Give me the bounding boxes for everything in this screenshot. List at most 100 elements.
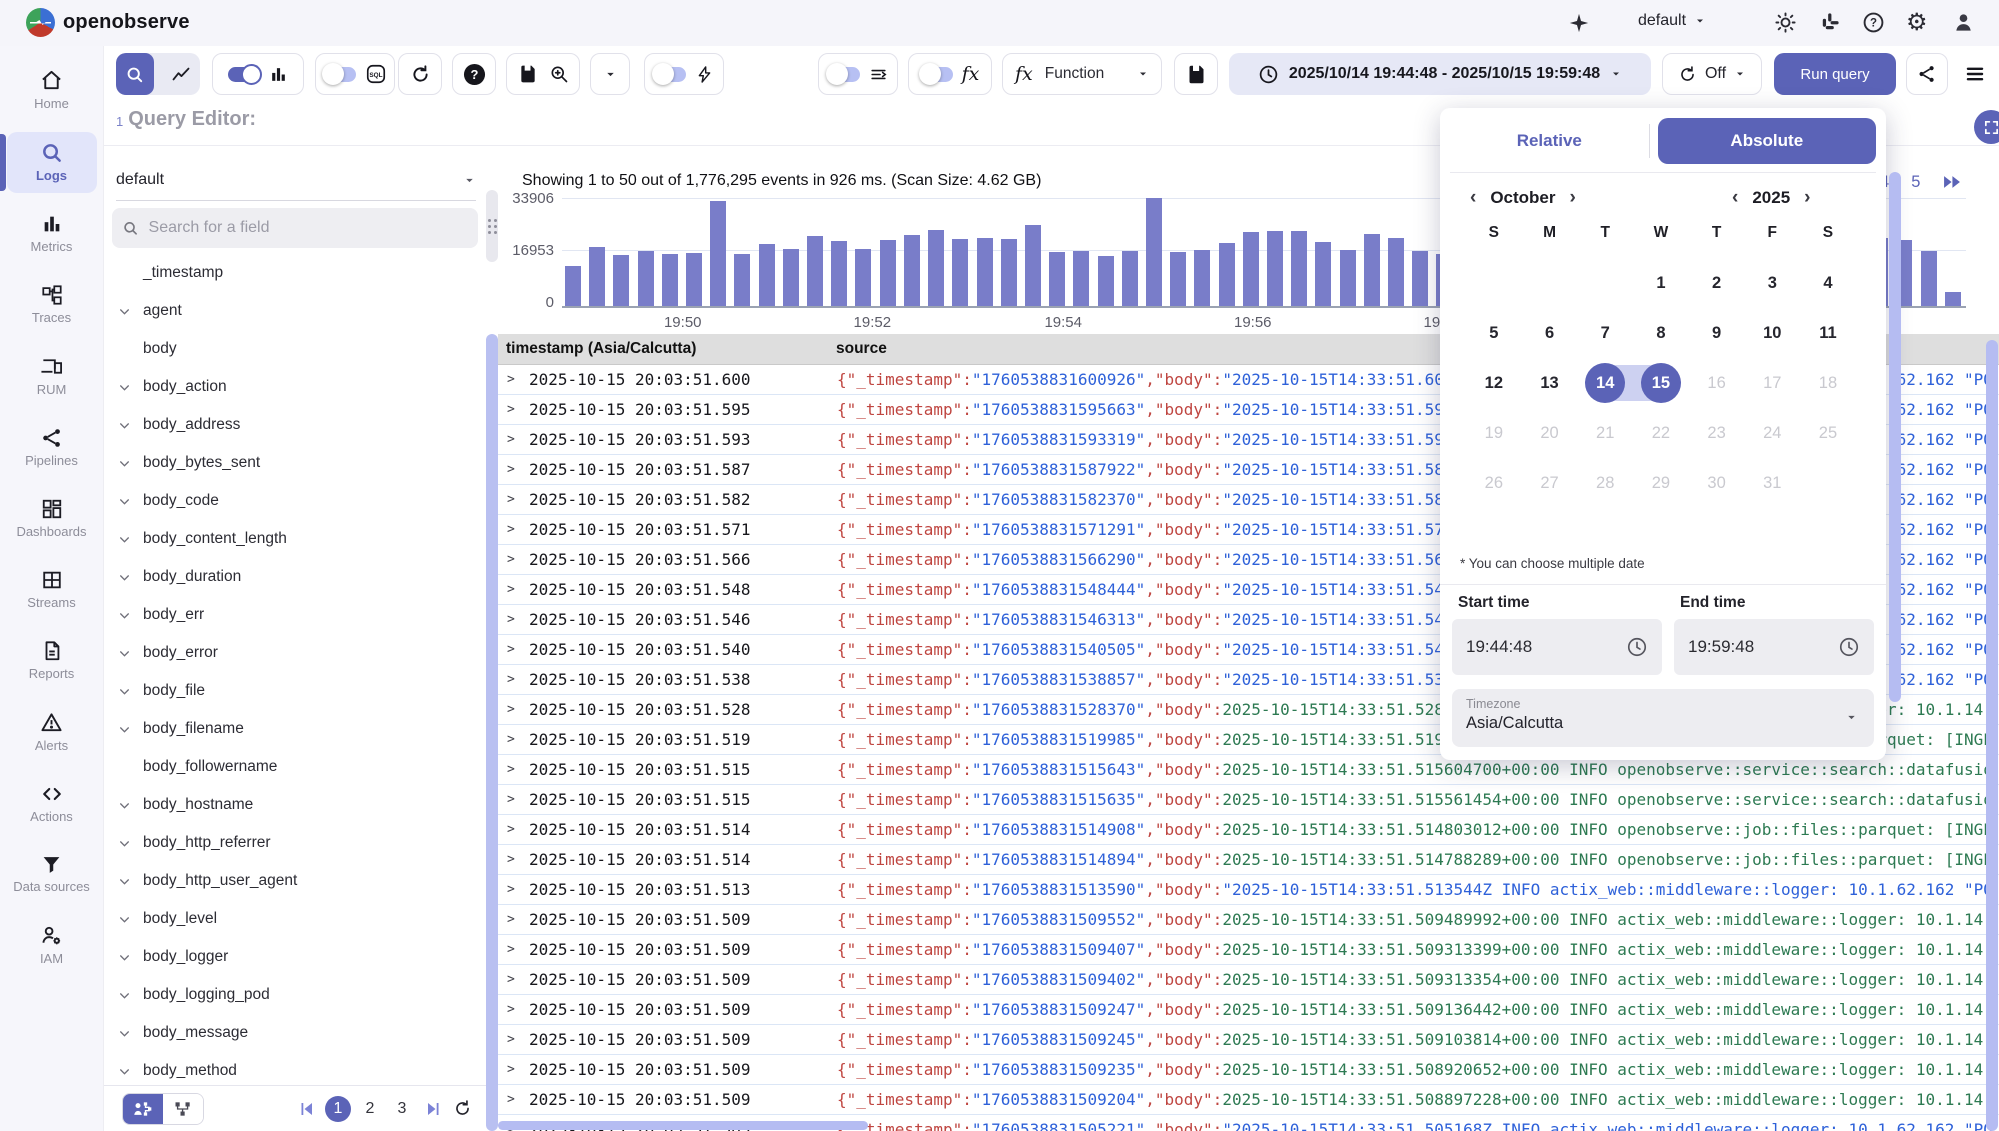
chevron-down-icon[interactable] <box>118 837 136 850</box>
prev-month-icon[interactable]: ‹ <box>1470 190 1476 206</box>
calendar-day-8[interactable]: 8 <box>1633 308 1689 358</box>
chevron-down-icon[interactable] <box>118 457 136 470</box>
row-expand-icon[interactable]: > <box>498 1032 529 1047</box>
tab-relative[interactable]: Relative <box>1450 131 1649 151</box>
table-row[interactable]: >2025-10-15 20:03:51.515{"_timestamp":"1… <box>498 785 1999 815</box>
histogram-bar[interactable] <box>1098 256 1114 306</box>
field-item-body_logging_pod[interactable]: body_logging_pod <box>104 976 476 1014</box>
sidebar-item-rum[interactable]: RUM <box>7 346 97 407</box>
histogram-bar[interactable] <box>807 236 823 306</box>
histogram-bar[interactable] <box>831 241 847 306</box>
column-source[interactable]: source <box>828 340 887 358</box>
refresh-interval-select[interactable]: Off <box>1662 53 1762 95</box>
row-expand-icon[interactable]: > <box>498 1002 529 1017</box>
table-row[interactable]: >2025-10-15 20:03:51.509{"_timestamp":"1… <box>498 905 1999 935</box>
schema-only-button[interactable] <box>163 1094 203 1124</box>
function-select[interactable]: fx Function <box>1002 53 1162 95</box>
histogram-bar[interactable] <box>589 247 605 306</box>
query-help-button[interactable]: ? <box>452 53 496 95</box>
histogram-bar[interactable] <box>1945 292 1961 306</box>
histogram-bar[interactable] <box>759 244 775 306</box>
panel-splitter-handle[interactable] <box>486 190 498 262</box>
histogram-bar[interactable] <box>1194 250 1210 306</box>
chevron-down-icon[interactable] <box>118 609 136 622</box>
row-expand-icon[interactable]: > <box>498 822 529 837</box>
timezone-select[interactable]: Timezone Asia/Calcutta <box>1452 689 1874 747</box>
org-select[interactable]: default <box>1638 12 1706 30</box>
quick-mode-toggle[interactable] <box>654 67 686 82</box>
table-row[interactable]: >2025-10-15 20:03:51.509{"_timestamp":"1… <box>498 1055 1999 1085</box>
calendar-day-7[interactable]: 7 <box>1577 308 1633 358</box>
calendar-day-12[interactable]: 12 <box>1466 358 1522 408</box>
last-page-icon[interactable] <box>425 1100 443 1118</box>
page-2[interactable]: 2 <box>357 1096 383 1122</box>
sql-mode-toggle[interactable] <box>324 67 356 82</box>
prev-year-icon[interactable]: ‹ <box>1732 190 1738 206</box>
table-row[interactable]: >2025-10-15 20:03:51.509{"_timestamp":"1… <box>498 995 1999 1025</box>
histogram-bar[interactable] <box>977 238 993 306</box>
row-expand-icon[interactable]: > <box>498 372 529 387</box>
calendar-day-10[interactable]: 10 <box>1744 308 1800 358</box>
next-month-icon[interactable]: › <box>1570 190 1576 206</box>
histogram-toggle[interactable] <box>228 67 260 82</box>
calendar-day-2[interactable]: 2 <box>1689 258 1745 308</box>
row-expand-icon[interactable]: > <box>498 432 529 447</box>
histogram-bar[interactable] <box>1049 252 1065 306</box>
reload-fields-icon[interactable] <box>453 1099 472 1118</box>
chevron-down-icon[interactable] <box>118 799 136 812</box>
search-saved-icon[interactable] <box>549 64 569 84</box>
field-item-body_method[interactable]: body_method <box>104 1052 476 1084</box>
vertical-scrollbar[interactable] <box>1986 340 1998 1131</box>
histogram-bar[interactable] <box>783 249 799 306</box>
histogram-bar[interactable] <box>1146 198 1162 306</box>
histogram-bar[interactable] <box>952 239 968 306</box>
fields-with-values-button[interactable] <box>123 1094 163 1124</box>
transform-toggle[interactable] <box>921 67 953 82</box>
calendar-day-4[interactable]: 4 <box>1800 258 1856 308</box>
calendar-day-1[interactable]: 1 <box>1633 258 1689 308</box>
field-item-agent[interactable]: agent <box>104 292 476 330</box>
histogram-bar[interactable] <box>638 251 654 306</box>
chevron-down-icon[interactable] <box>118 647 136 660</box>
histogram-bar[interactable] <box>1364 234 1380 306</box>
row-expand-icon[interactable]: > <box>498 852 529 867</box>
row-expand-icon[interactable]: > <box>498 972 529 987</box>
field-item-body_level[interactable]: body_level <box>104 900 476 938</box>
histogram-bar[interactable] <box>855 249 871 306</box>
sidebar-item-reports[interactable]: Reports <box>7 631 97 691</box>
tab-absolute[interactable]: Absolute <box>1658 118 1876 164</box>
panel-splitter-bar[interactable] <box>486 334 498 1131</box>
search-mode-button[interactable] <box>116 53 154 95</box>
table-row[interactable]: >2025-10-15 20:03:51.509{"_timestamp":"1… <box>498 965 1999 995</box>
next-year-icon[interactable]: › <box>1804 190 1810 206</box>
histogram-bar[interactable] <box>1412 251 1428 306</box>
run-query-button[interactable]: Run query <box>1774 53 1896 95</box>
calendar-day-15[interactable]: 15 <box>1633 358 1689 408</box>
sidebar-item-traces[interactable]: Traces <box>7 275 97 335</box>
page-5[interactable]: 5 <box>1911 173 1920 192</box>
histogram-bar[interactable] <box>1122 251 1138 306</box>
ai-sparkle-icon[interactable] <box>1568 12 1590 34</box>
histogram-bar[interactable] <box>928 230 944 306</box>
histogram-bar[interactable] <box>1170 252 1186 306</box>
histogram-bar[interactable] <box>710 201 726 306</box>
table-row[interactable]: >2025-10-15 20:03:51.509{"_timestamp":"1… <box>498 935 1999 965</box>
sidebar-item-data-sources[interactable]: Data sources <box>7 845 97 904</box>
histogram-bar[interactable] <box>880 240 896 306</box>
histogram-bar[interactable] <box>1267 231 1283 306</box>
menu-button[interactable] <box>1956 53 1994 95</box>
sidebar-item-pipelines[interactable]: Pipelines <box>7 418 97 478</box>
field-item-body_logger[interactable]: body_logger <box>104 938 476 976</box>
histogram-bar[interactable] <box>686 253 702 306</box>
row-expand-icon[interactable]: > <box>498 942 529 957</box>
histogram-bar[interactable] <box>1340 250 1356 306</box>
table-row[interactable]: >2025-10-15 20:03:51.509{"_timestamp":"1… <box>498 1085 1999 1115</box>
row-expand-icon[interactable]: > <box>498 1062 529 1077</box>
histogram-bar[interactable] <box>1025 225 1041 306</box>
row-expand-icon[interactable]: > <box>498 492 529 507</box>
sidebar-item-dashboards[interactable]: Dashboards <box>7 489 97 549</box>
horizontal-scrollbar[interactable] <box>498 1121 868 1130</box>
histogram-bar[interactable] <box>1388 238 1404 306</box>
chevron-down-icon[interactable] <box>118 381 136 394</box>
chevron-down-icon[interactable] <box>118 533 136 546</box>
